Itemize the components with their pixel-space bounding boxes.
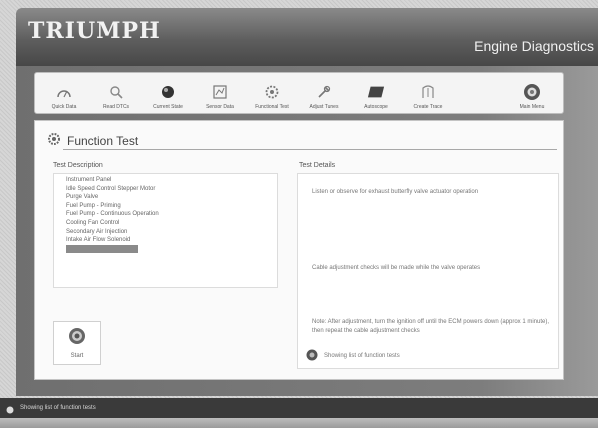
toolbar-label: Create Trace [413, 104, 443, 110]
gear-icon [47, 131, 61, 150]
toolbar-label: Sensor Data [206, 104, 234, 110]
toolbar-label: Current State [153, 104, 183, 110]
list-item[interactable]: Secondary Air Injection [66, 228, 277, 237]
list-item[interactable]: Idle Speed Control Stepper Motor [66, 185, 277, 194]
brand-logo: TRIUMPH [28, 18, 161, 44]
test-list-label: Test Description [53, 162, 103, 169]
app-header: TRIUMPH Engine Diagnostics [16, 8, 598, 66]
list-item[interactable]: Fuel Pump - Priming [66, 202, 277, 211]
autoscope-icon [367, 83, 385, 101]
toolbar-current-state[interactable]: Current State [143, 83, 193, 110]
start-button[interactable]: Start [53, 321, 101, 365]
status-bar-text: Showing list of function tests [20, 405, 96, 411]
list-item[interactable]: Cooling Fan Control [66, 219, 277, 228]
test-details-box: Listen or observe for exhaust butterfly … [297, 173, 559, 369]
list-item-selected[interactable] [66, 244, 138, 254]
sensor-data-icon [211, 83, 229, 101]
toolbar-adjust-tunes[interactable]: Adjust Tunes [299, 83, 349, 110]
toolbar: Quick Data Read DTCs Current State Senso… [34, 72, 564, 114]
toolbar-label: Main Menu [519, 104, 545, 110]
toolbar-read-dtcs[interactable]: Read DTCs [91, 83, 141, 110]
info-icon [6, 399, 14, 418]
status-text: Showing list of function tests [324, 352, 400, 359]
taskbar [0, 418, 598, 428]
toolbar-autoscope[interactable]: Autoscope [351, 83, 401, 110]
main-menu-icon [523, 83, 541, 101]
status-bar: Showing list of function tests [0, 398, 598, 418]
test-details-label: Test Details [299, 162, 336, 169]
toolbar-create-trace[interactable]: Create Trace [403, 83, 453, 110]
current-state-icon [159, 83, 177, 101]
detail-line: Cable adjustment checks will be made whi… [312, 265, 481, 271]
start-label: Start [70, 353, 84, 359]
list-item[interactable]: Fuel Pump - Continuous Operation [66, 210, 277, 219]
app-title: Engine Diagnostics [474, 38, 594, 54]
list-item[interactable]: Instrument Panel [66, 176, 277, 185]
detail-line: Listen or observe for exhaust butterfly … [312, 189, 479, 195]
quick-data-icon [55, 83, 73, 101]
test-list[interactable]: Instrument Panel Idle Speed Control Step… [53, 173, 278, 288]
create-trace-icon [419, 83, 437, 101]
toolbar-label: Quick Data [51, 104, 77, 110]
page-title: Function Test [67, 133, 139, 148]
functional-test-icon [263, 83, 281, 101]
list-item[interactable]: Purge Valve [66, 193, 277, 202]
toolbar-label: Adjust Tunes [309, 104, 339, 110]
toolbar-label: Functional Test [255, 104, 289, 110]
toolbar-sensor-data[interactable]: Sensor Data [195, 83, 245, 110]
toolbar-label: Read DTCs [102, 104, 130, 110]
adjust-tunes-icon [315, 83, 333, 101]
status-row: Showing list of function tests [306, 346, 400, 365]
toolbar-quick-data[interactable]: Quick Data [39, 83, 89, 110]
function-test-panel: Function Test Test Description Test Deta… [34, 120, 564, 380]
status-icon [306, 346, 318, 365]
list-item[interactable]: Intake Air Flow Solenoid [66, 236, 277, 245]
start-icon [68, 327, 86, 349]
title-divider [63, 149, 557, 150]
detail-note: Note: After adjustment, turn the ignitio… [312, 319, 550, 334]
read-dtcs-icon [107, 83, 125, 101]
toolbar-label: Autoscope [364, 104, 388, 110]
toolbar-main-menu[interactable]: Main Menu [507, 83, 557, 110]
panel-title-row: Function Test [47, 131, 138, 150]
toolbar-functional-test[interactable]: Functional Test [247, 83, 297, 110]
